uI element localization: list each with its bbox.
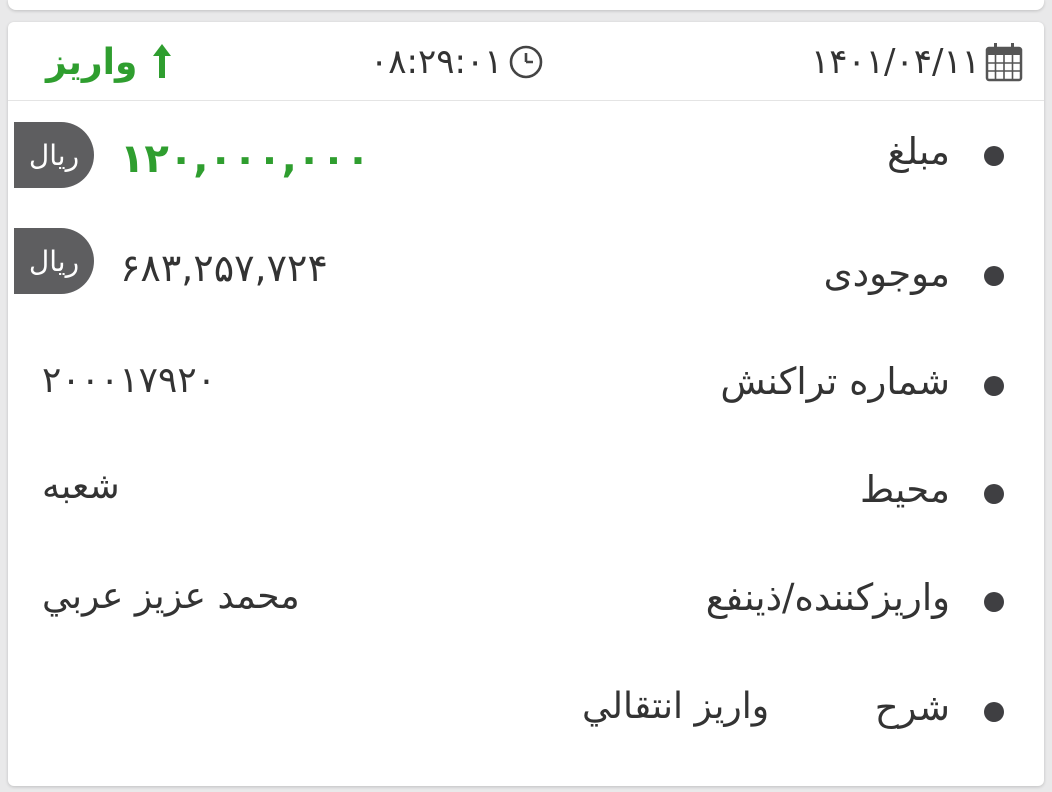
depositor-value: محمد عزیز عربي <box>42 576 300 617</box>
description-label: شرح <box>874 686 950 729</box>
bullet <box>984 702 1004 722</box>
clock-icon <box>508 44 544 80</box>
amount-label: مبلغ <box>887 130 950 173</box>
currency-badge: ریال <box>14 122 94 188</box>
time-text: ۰۸:۲۹:۰۱ <box>370 42 503 82</box>
transaction-number-label: شماره تراکنش <box>720 360 950 403</box>
balance-label: موجودی <box>823 252 950 295</box>
balance-row: موجودی ۶۸۳,۲۵۷,۷۲۴ ریال <box>8 226 1044 306</box>
date-text: ۱۴۰۱/۰۴/۱۱ <box>810 42 980 82</box>
depositor-row: واریزکننده/ذینفع محمد عزیز عربي <box>8 560 1044 640</box>
description-value: واريز انتقالي <box>582 686 770 727</box>
bullet <box>984 146 1004 166</box>
balance-value: ۶۸۳,۲۵۷,۷۲۴ <box>120 246 328 290</box>
transaction-number-value: ۲۰۰۰۱۷۹۲۰ <box>42 360 217 401</box>
channel-value: شعبه <box>42 466 120 507</box>
amount-value: ۱۲۰,۰۰۰,۰۰۰ <box>120 136 371 182</box>
channel-label: محیط <box>860 468 950 511</box>
transaction-header: ۱۴۰۱/۰۴/۱۱ ۰۸:۲۹:۰۱ واریز <box>8 22 1044 101</box>
previous-card-edge <box>8 0 1044 10</box>
transaction-time: ۰۸:۲۹:۰۱ <box>370 32 544 92</box>
amount-row: مبلغ ۱۲۰,۰۰۰,۰۰۰ ریال <box>8 116 1044 196</box>
transaction-date: ۱۴۰۱/۰۴/۱۱ <box>811 32 1024 92</box>
transaction-type: واریز <box>46 32 173 92</box>
arrow-up-icon <box>151 42 173 82</box>
channel-row: محیط شعبه <box>8 450 1044 530</box>
bullet <box>984 376 1004 396</box>
description-row: شرح واريز انتقالي <box>8 670 1044 750</box>
bullet <box>984 484 1004 504</box>
transaction-card[interactable]: ۱۴۰۱/۰۴/۱۱ ۰۸:۲۹:۰۱ واریز مبلغ ۱۲۰,۰۰۰,۰… <box>8 22 1044 786</box>
bullet <box>984 592 1004 612</box>
bullet <box>984 266 1004 286</box>
calendar-icon <box>984 41 1024 83</box>
currency-badge: ریال <box>14 228 94 294</box>
transaction-number-row: شماره تراکنش ۲۰۰۰۱۷۹۲۰ <box>8 340 1044 420</box>
transaction-type-label: واریز <box>46 41 138 83</box>
depositor-label: واریزکننده/ذینفع <box>705 576 950 619</box>
